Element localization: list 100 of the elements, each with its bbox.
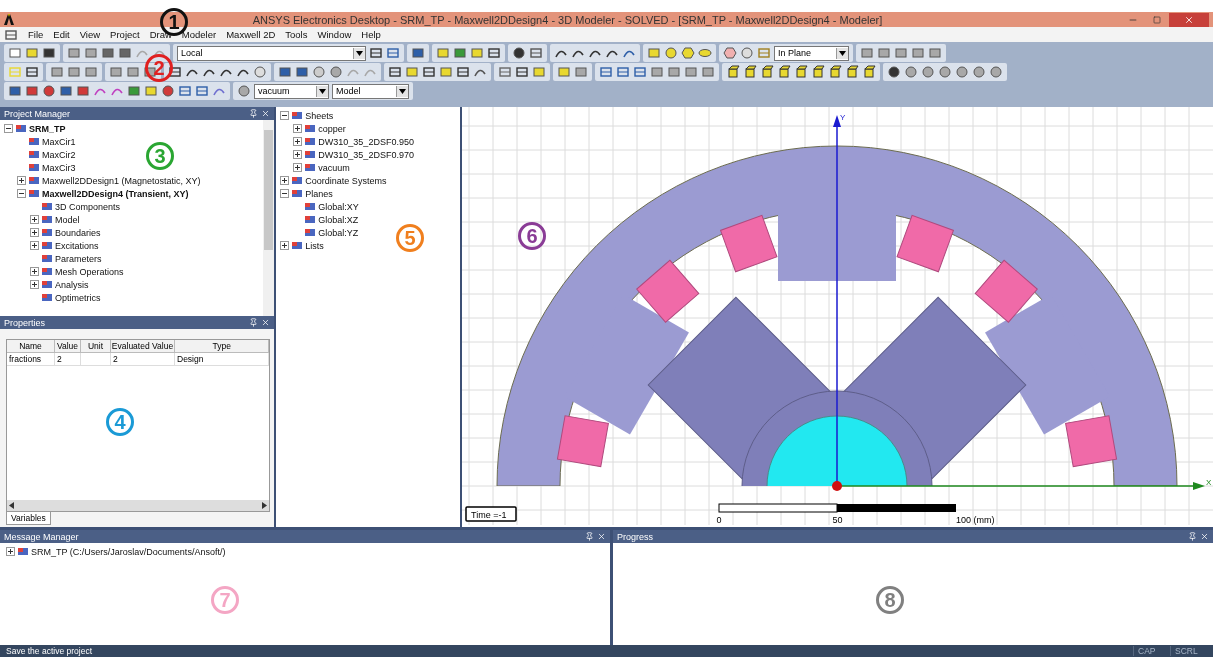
cube-icon[interactable] <box>726 65 740 79</box>
scroll-left-icon[interactable] <box>9 502 14 509</box>
expand-icon[interactable] <box>17 176 26 185</box>
tool-icon[interactable] <box>487 46 501 60</box>
dropdown[interactable]: In Plane <box>774 45 849 61</box>
pin-icon[interactable] <box>1188 532 1197 541</box>
square-icon[interactable] <box>59 84 73 98</box>
tool-icon[interactable] <box>386 46 400 60</box>
tree-item[interactable]: Global:XZ <box>318 214 359 225</box>
cube-icon[interactable] <box>811 65 825 79</box>
close-icon[interactable] <box>597 532 606 541</box>
tree-item[interactable]: Lists <box>305 240 324 251</box>
menu-item[interactable]: View <box>79 29 101 40</box>
tool-icon[interactable] <box>616 65 630 79</box>
collapse-icon[interactable] <box>280 111 290 120</box>
close-icon[interactable] <box>261 109 271 118</box>
tree-item[interactable]: Global:YZ <box>318 227 359 238</box>
cube-icon[interactable] <box>794 65 808 79</box>
expand-icon[interactable] <box>293 150 303 159</box>
dropdown[interactable]: vacuum <box>254 83 329 99</box>
hexagon-icon[interactable] <box>681 46 695 60</box>
tree-item[interactable]: Boundaries <box>55 227 101 238</box>
menu-item[interactable]: Tools <box>285 29 308 40</box>
tree-item[interactable]: Coordinate Systems <box>305 175 387 186</box>
cube-icon[interactable] <box>743 65 757 79</box>
tree-item[interactable]: 3D Components <box>55 201 121 212</box>
tool-icon[interactable] <box>599 65 613 79</box>
tree-item[interactable]: copper <box>318 123 346 134</box>
tree-item[interactable]: Sheets <box>305 110 334 121</box>
tree-item[interactable]: Maxwell2DDesign1 (Magnetostatic, XY) <box>42 175 201 186</box>
cube-icon[interactable] <box>862 65 876 79</box>
close-button[interactable] <box>1169 12 1209 27</box>
tool-icon[interactable] <box>633 65 647 79</box>
dropdown[interactable]: Local <box>177 45 366 61</box>
circle-icon[interactable] <box>512 46 526 60</box>
menu-item[interactable]: File <box>28 29 44 40</box>
menu-item[interactable]: Window <box>317 29 352 40</box>
square-icon[interactable] <box>453 46 467 60</box>
menu-item[interactable]: Help <box>361 29 381 40</box>
column-header[interactable]: Evaluated Value <box>111 340 175 353</box>
scrollbar[interactable] <box>263 120 275 316</box>
tree-item[interactable]: SRM_TP (C:/Users/Jaroslav/Documents/Ansoft/) <box>31 546 226 557</box>
circle-icon[interactable] <box>887 65 901 79</box>
expand-icon[interactable] <box>30 267 39 276</box>
pin-icon[interactable] <box>249 109 259 118</box>
cube-icon[interactable] <box>760 65 774 79</box>
tree-item[interactable]: DW310_35_2DSF0.950 <box>318 136 414 147</box>
tool-icon[interactable] <box>178 84 192 98</box>
circle-icon[interactable] <box>42 84 56 98</box>
menu-item[interactable]: Modeler <box>181 29 217 40</box>
hexagon-icon[interactable] <box>723 46 737 60</box>
square-icon[interactable] <box>295 65 309 79</box>
tree-item[interactable]: Excitations <box>55 240 99 251</box>
tree-item[interactable]: Model <box>55 214 80 225</box>
expand-icon[interactable] <box>293 124 303 133</box>
tab[interactable]: Variables <box>6 512 51 525</box>
tree-item[interactable]: MaxCir1 <box>42 136 76 147</box>
collapse-icon[interactable] <box>4 124 13 133</box>
square-icon[interactable] <box>42 46 56 60</box>
tree-item[interactable]: SRM_TP <box>29 123 66 134</box>
tool-icon[interactable] <box>388 65 402 79</box>
square-icon[interactable] <box>25 84 39 98</box>
menu-item[interactable]: Project <box>110 29 140 40</box>
pin-icon[interactable] <box>585 532 594 541</box>
circle-icon[interactable] <box>161 84 175 98</box>
tree-item[interactable]: Parameters <box>55 253 102 264</box>
expand-icon[interactable] <box>30 228 39 237</box>
tree-item[interactable]: MaxCir2 <box>42 149 76 160</box>
expand-icon[interactable] <box>30 215 39 224</box>
tree-item[interactable]: Analysis <box>55 279 89 290</box>
column-header[interactable]: Name <box>7 340 55 353</box>
tool-icon[interactable] <box>529 46 543 60</box>
scrollbar[interactable] <box>7 500 270 511</box>
column-header[interactable]: Type <box>175 340 270 353</box>
tool-icon[interactable] <box>25 65 39 79</box>
tool-icon[interactable] <box>422 65 436 79</box>
tree-item[interactable]: vacuum <box>318 162 350 173</box>
collapse-icon[interactable] <box>17 189 26 198</box>
expand-icon[interactable] <box>280 241 290 250</box>
scroll-right-icon[interactable] <box>262 502 268 509</box>
menu-item[interactable]: Edit <box>53 29 70 40</box>
tree-item[interactable]: Global:XY <box>318 201 359 212</box>
tool-icon[interactable] <box>498 65 512 79</box>
cube-icon[interactable] <box>777 65 791 79</box>
tool-icon[interactable] <box>369 46 383 60</box>
tool-icon[interactable] <box>456 65 470 79</box>
dropdown[interactable]: Model <box>332 83 409 99</box>
expand-icon[interactable] <box>293 137 303 146</box>
ellipse-icon[interactable] <box>698 46 712 60</box>
square-icon[interactable] <box>101 46 115 60</box>
tree-item[interactable]: MaxCir3 <box>42 162 76 173</box>
square-icon[interactable] <box>76 84 90 98</box>
tree-item[interactable]: DW310_35_2DSF0.970 <box>318 149 414 160</box>
tool-icon[interactable] <box>195 84 209 98</box>
tree-item[interactable]: Mesh Operations <box>55 266 124 277</box>
menu-item[interactable]: Draw <box>149 29 172 40</box>
collapse-icon[interactable] <box>280 189 290 198</box>
menu-item[interactable]: Maxwell 2D <box>226 29 276 40</box>
cube-icon[interactable] <box>845 65 859 79</box>
cube-icon[interactable] <box>828 65 842 79</box>
